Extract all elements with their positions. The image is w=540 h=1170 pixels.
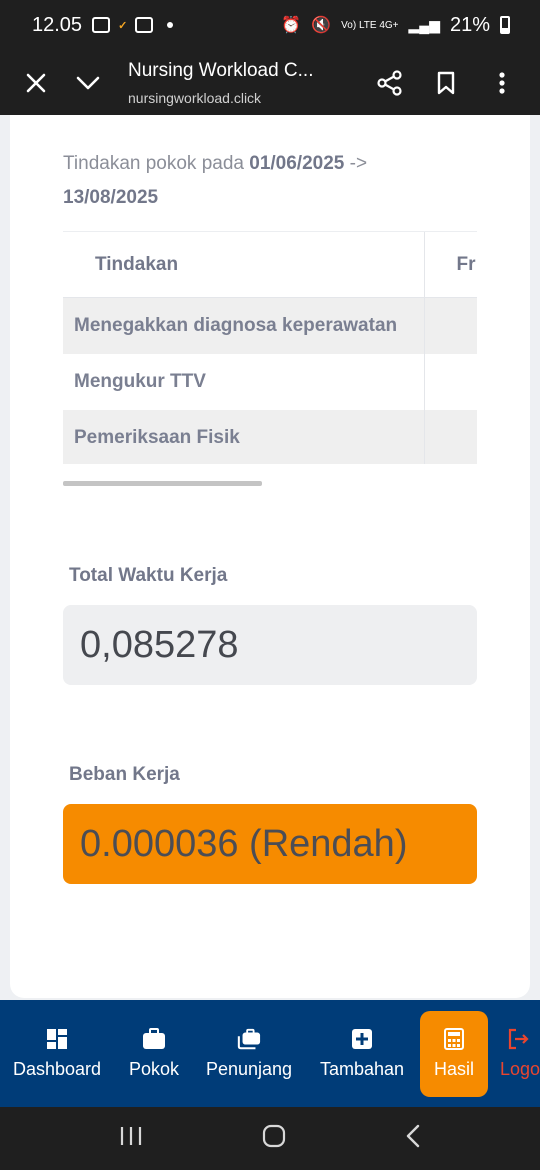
more-notifications-icon: [167, 22, 174, 28]
total-waktu-value: 0,085278: [63, 605, 477, 685]
calculator-icon: [442, 1027, 466, 1051]
briefcase-icon: [142, 1027, 166, 1051]
browser-toolbar: Nursing Workload C... nursingworkload.cl…: [0, 50, 540, 115]
share-icon: [377, 69, 402, 96]
nav-pokok[interactable]: Pokok: [114, 1011, 194, 1097]
share-button[interactable]: [364, 57, 416, 109]
nav-penunjang[interactable]: Penunjang: [194, 1011, 304, 1097]
tindakan-table: Tindakan Fr Menegakkan diagnosa keperawa…: [63, 231, 477, 464]
nav-label: Hasil: [433, 1059, 474, 1079]
mute-icon: 🔇: [311, 17, 332, 34]
nav-label: Penunjang: [205, 1059, 293, 1079]
home-button[interactable]: [262, 1124, 286, 1153]
home-icon: [262, 1124, 286, 1148]
shopping-bag-icon: [135, 17, 154, 33]
signal-icon: ▂▄▆: [408, 16, 440, 33]
battery-icon: [500, 16, 510, 34]
recent-apps-button[interactable]: [119, 1125, 143, 1152]
nav-label: Pokok: [128, 1059, 180, 1079]
more-options-button[interactable]: [476, 57, 528, 109]
bookmark-button[interactable]: [420, 57, 472, 109]
gallery-icon: [92, 17, 111, 33]
total-waktu-label: Total Waktu Kerja: [69, 565, 228, 586]
alarm-icon: ⏰: [281, 17, 302, 34]
nav-logout[interactable]: Logo: [488, 1011, 540, 1097]
close-tab-button[interactable]: [10, 57, 62, 109]
tindakan-table-container[interactable]: Tindakan Fr Menegakkan diagnosa keperawa…: [63, 231, 477, 464]
nav-label: Dashboard: [12, 1059, 102, 1079]
beban-kerja-value: 0.000036 (Rendah): [63, 804, 477, 884]
header-frekuensi: Fr: [423, 231, 477, 298]
period-prefix: Tindakan pokok pada: [63, 153, 250, 174]
recent-apps-icon: [121, 1127, 142, 1145]
cell-tindakan: Pemeriksaan Fisik: [63, 409, 424, 464]
briefcases-icon: [237, 1027, 261, 1051]
beban-kerja-label: Beban Kerja: [69, 764, 180, 785]
period-arrow: ->: [344, 153, 368, 174]
period-start: 01/06/2025: [249, 153, 345, 174]
status-bar: 12.05 ✓ ⏰ 🔇 Vo) LTE 4G+ ▂▄▆ 21%: [0, 0, 540, 50]
bookmark-icon: [437, 71, 455, 94]
nav-label: Tambahan: [319, 1059, 405, 1079]
table-horizontal-scrollbar[interactable]: [63, 481, 262, 486]
chevron-down-icon: [76, 76, 100, 89]
table-row: Pemeriksaan Fisik: [63, 409, 477, 464]
cell-frekuensi: [423, 353, 477, 410]
header-tindakan: Tindakan: [63, 231, 424, 298]
network-indicator: Vo) LTE 4G+: [341, 19, 399, 31]
page-url: nursingworkload.click: [128, 89, 262, 106]
cell-frekuensi: [423, 409, 477, 464]
battery-percent: 21%: [449, 13, 490, 36]
more-vertical-icon: [499, 71, 505, 94]
bottom-navigation: Dashboard Pokok Penunjang Tambahan Hasil…: [0, 1000, 540, 1107]
cell-tindakan: Mengukur TTV: [63, 353, 424, 410]
logout-icon: [506, 1027, 530, 1051]
plus-square-icon: [350, 1027, 374, 1051]
nav-hasil[interactable]: Hasil: [420, 1010, 488, 1097]
period-end: 13/08/2025: [63, 187, 159, 208]
nav-dashboard[interactable]: Dashboard: [0, 1011, 114, 1097]
back-button[interactable]: [405, 1124, 421, 1153]
page-title-area[interactable]: Nursing Workload C... nursingworkload.cl…: [128, 60, 338, 106]
app-notification-icon: ✓: [118, 19, 128, 32]
close-icon: [26, 73, 46, 92]
page-title: Nursing Workload C...: [128, 59, 314, 81]
dashboard-icon: [45, 1027, 69, 1051]
status-time: 12.05: [32, 13, 83, 36]
cell-frekuensi: [423, 297, 477, 354]
cell-tindakan: Menegakkan diagnosa keperawatan: [63, 297, 424, 354]
back-icon: [406, 1124, 419, 1148]
table-header-row: Tindakan Fr: [63, 231, 477, 298]
period-text: Tindakan pokok pada 01/06/2025 -> 13/08/…: [63, 147, 463, 215]
system-navigation-bar: [0, 1107, 540, 1170]
result-card: Tindakan pokok pada 01/06/2025 -> 13/08/…: [10, 115, 530, 998]
table-row: Menegakkan diagnosa keperawatan: [63, 297, 477, 354]
nav-label: Logo: [500, 1059, 540, 1079]
nav-tambahan[interactable]: Tambahan: [304, 1011, 420, 1097]
table-row: Mengukur TTV: [63, 353, 477, 410]
minimize-button[interactable]: [62, 57, 114, 109]
page-content: Tindakan pokok pada 01/06/2025 -> 13/08/…: [0, 115, 540, 1000]
